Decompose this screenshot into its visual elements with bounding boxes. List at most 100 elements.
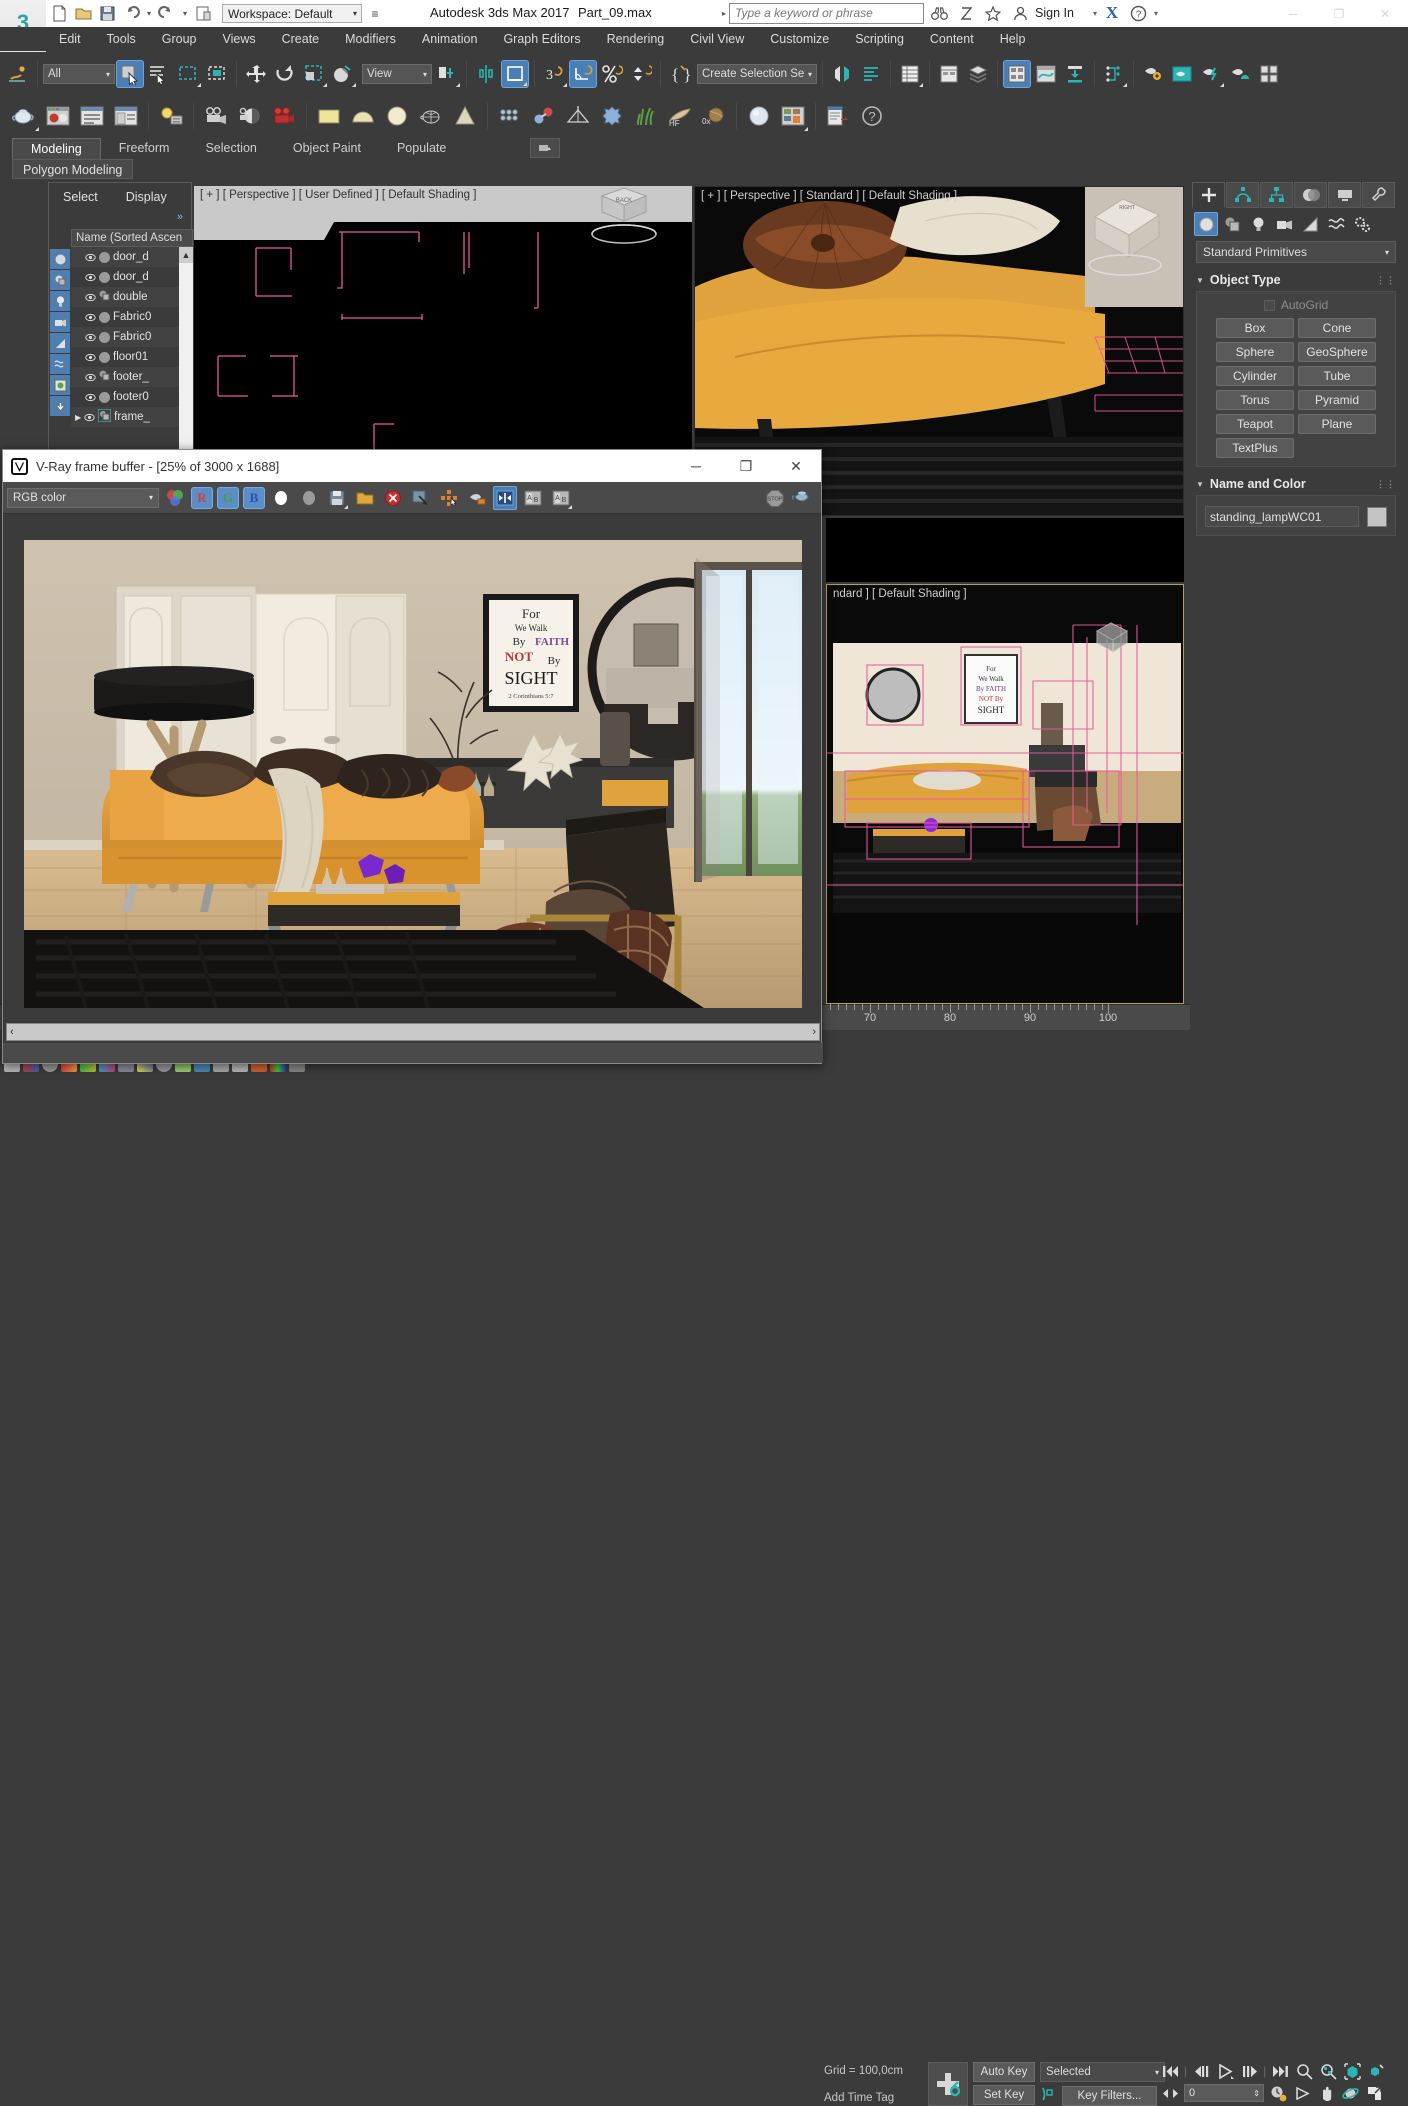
ribbon-tab-freeform[interactable]: Freeform xyxy=(101,138,188,159)
grass-object-icon[interactable] xyxy=(630,100,662,132)
filter-lights-icon[interactable] xyxy=(50,291,70,311)
orbit-icon[interactable] xyxy=(1340,2084,1360,2102)
rollout-grip[interactable]: ⋮⋮ xyxy=(1376,479,1396,490)
eye-icon[interactable] xyxy=(85,252,96,263)
stop-render-icon[interactable]: STOP xyxy=(763,486,787,510)
zoom-all-icon[interactable] xyxy=(1318,2062,1338,2080)
menu-item-create[interactable]: Create xyxy=(269,27,333,51)
placement-tool-icon[interactable] xyxy=(329,60,357,88)
set-key-button[interactable]: Set Key xyxy=(973,2085,1035,2105)
particle-view-icon[interactable] xyxy=(1100,60,1128,88)
list-item[interactable]: door_d xyxy=(71,267,193,287)
zoom-icon[interactable] xyxy=(1294,2062,1314,2080)
vfb-scroll-left-icon[interactable]: ‹ xyxy=(10,1026,14,1038)
select-and-scale-icon[interactable] xyxy=(300,60,328,88)
undo-dropdown-icon[interactable]: ▾ xyxy=(144,3,154,25)
maximize-button[interactable]: ❐ xyxy=(1316,0,1362,27)
eye-icon[interactable] xyxy=(85,272,96,283)
sphere-button[interactable]: Sphere xyxy=(1216,342,1294,362)
vray-frame-buffer-window[interactable]: V-Ray frame buffer - [25% of 3000 x 1688… xyxy=(2,449,823,1064)
teapot-button[interactable]: Teapot xyxy=(1216,414,1294,434)
menu-item-help[interactable]: Help xyxy=(987,27,1039,51)
eye-icon[interactable] xyxy=(85,352,96,363)
eye-icon[interactable] xyxy=(85,332,96,343)
filter-xref-objects-icon[interactable] xyxy=(50,396,70,416)
render-region-a-icon[interactable]: AB xyxy=(521,486,545,510)
utilities-tab[interactable] xyxy=(1362,182,1395,208)
menu-item-modifiers[interactable]: Modifiers xyxy=(332,27,409,51)
teapot-primitive-icon[interactable] xyxy=(8,100,40,132)
space-warps-button[interactable] xyxy=(1324,212,1348,236)
select-and-move-icon[interactable] xyxy=(242,60,270,88)
scene-explorer-column-header[interactable]: Name (Sorted Ascen xyxy=(71,229,193,247)
zoom-extents-icon[interactable] xyxy=(1342,2062,1362,2080)
scene-explorer-scroll-up-icon[interactable]: ▲ xyxy=(179,247,193,263)
tube-button[interactable]: Tube xyxy=(1298,366,1376,386)
new-file-icon[interactable] xyxy=(48,3,70,25)
layer-manager-icon[interactable] xyxy=(964,60,992,88)
camera-match-icon[interactable] xyxy=(234,100,266,132)
expand-arrow-icon[interactable]: ▶ xyxy=(75,413,81,422)
go-to-end-icon[interactable] xyxy=(1270,2062,1290,2080)
clear-image-icon[interactable] xyxy=(381,486,405,510)
array-icon[interactable] xyxy=(857,60,885,88)
geometry-button[interactable] xyxy=(1194,212,1218,236)
list-item[interactable]: door_d xyxy=(71,247,193,267)
ribbon-tab-object-paint[interactable]: Object Paint xyxy=(275,138,379,159)
key-step-icon[interactable] xyxy=(1160,2084,1180,2102)
array-objects-icon[interactable] xyxy=(494,100,526,132)
menu-item-animation[interactable]: Animation xyxy=(409,27,491,51)
filter-cameras-icon[interactable] xyxy=(50,312,70,332)
edit-named-selection-sets-icon[interactable]: { } xyxy=(666,60,694,88)
pan-view-icon[interactable] xyxy=(1316,2084,1336,2102)
menu-item-rendering[interactable]: Rendering xyxy=(594,27,678,51)
rendered-frame-window-icon[interactable] xyxy=(1168,60,1196,88)
previous-frame-icon[interactable] xyxy=(1191,2062,1211,2080)
green-channel-button[interactable]: G xyxy=(217,486,239,509)
cone-button[interactable]: Cone xyxy=(1298,318,1376,338)
duplicate-to-max-icon[interactable] xyxy=(409,486,433,510)
eye-icon[interactable] xyxy=(85,292,96,303)
menu-item-scripting[interactable]: Scripting xyxy=(842,27,917,51)
cone-primitive-icon[interactable] xyxy=(449,100,481,132)
window-crossing-toggle-icon[interactable] xyxy=(203,60,231,88)
load-image-icon[interactable] xyxy=(353,486,377,510)
save-image-icon[interactable] xyxy=(325,486,349,510)
timeline-ruler[interactable]: 70 80 90 100 xyxy=(830,1004,1190,1030)
hierarchy-tab[interactable] xyxy=(1260,182,1293,208)
sphere-primitive-icon[interactable] xyxy=(381,100,413,132)
vfb-minimize-button[interactable]: ─ xyxy=(671,450,721,482)
list-item[interactable]: Fabric0 xyxy=(71,327,193,347)
list-item[interactable]: ▶ frame_ xyxy=(71,407,193,427)
user-icon[interactable] xyxy=(1008,2,1032,24)
menu-item-tools[interactable]: Tools xyxy=(94,27,149,51)
list-item[interactable]: floor01 xyxy=(71,347,193,367)
play-animation-icon[interactable] xyxy=(1215,2062,1235,2080)
project-folder-icon[interactable] xyxy=(192,3,214,25)
time-configuration-icon[interactable] xyxy=(1268,2084,1288,2102)
menu-item-customize[interactable]: Customize xyxy=(757,27,842,51)
use-pivot-center-icon[interactable] xyxy=(433,60,461,88)
scene-explorer-scrollbar[interactable] xyxy=(179,247,193,451)
vfb-close-button[interactable]: ✕ xyxy=(771,450,821,482)
scene-explorer-overflow-icon[interactable]: » xyxy=(177,211,183,223)
save-file-icon[interactable] xyxy=(96,3,118,25)
layer-explorer-icon[interactable] xyxy=(896,60,924,88)
schematic-view-icon[interactable] xyxy=(1061,60,1089,88)
vfb-rendered-image[interactable]: For We Walk By FAITH NOT By SIGHT 2 Cori… xyxy=(6,518,820,1028)
ribbon-tab-populate[interactable]: Populate xyxy=(379,138,464,159)
mirror-icon[interactable] xyxy=(472,60,500,88)
select-and-rotate-icon[interactable] xyxy=(271,60,299,88)
filter-geometry-icon[interactable] xyxy=(50,249,70,269)
filter-helpers-icon[interactable] xyxy=(50,333,70,353)
camera-icon[interactable] xyxy=(200,100,232,132)
search-input[interactable]: Type a keyword or phrase xyxy=(729,2,925,24)
add-time-tag-button[interactable] xyxy=(928,2062,968,2106)
menu-item-content[interactable]: Content xyxy=(917,27,987,51)
eye-icon[interactable] xyxy=(84,412,95,423)
exchange-icon[interactable] xyxy=(954,2,978,24)
menu-item-group[interactable]: Group xyxy=(149,27,210,51)
filter-space-warps-icon[interactable] xyxy=(50,354,70,374)
reference-coordinate-combo[interactable]: View ▾ xyxy=(362,64,432,84)
current-frame-field[interactable]: 0 ⇕ xyxy=(1184,2084,1264,2102)
